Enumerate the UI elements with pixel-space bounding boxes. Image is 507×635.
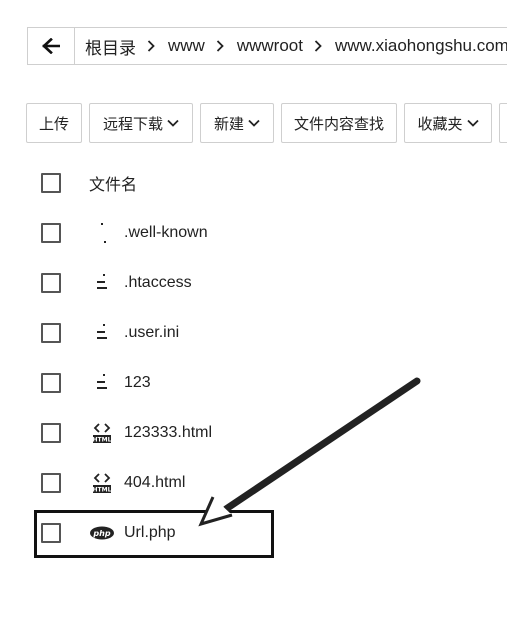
column-header-filename: 文件名 [89,177,138,194]
back-button[interactable] [28,28,75,64]
generic-file-icon [89,220,115,246]
favorites-label: 收藏夹 [417,115,463,133]
chevron-right-icon [314,40,322,52]
row-checkbox[interactable] [41,223,61,243]
file-row[interactable]: HTML 123333.html [0,408,507,458]
text-file-icon [89,320,115,346]
breadcrumb-site[interactable]: www.xiaohongshu.com.c [333,36,507,56]
file-name[interactable]: 123333.html [124,424,212,442]
select-all-checkbox[interactable] [41,173,61,193]
text-file-icon [89,370,115,396]
toolbar: 上传 远程下载 新建 文件内容查找 收藏夹 [26,103,507,143]
row-checkbox[interactable] [41,423,61,443]
arrow-left-icon [42,38,60,54]
content-search-label: 文件内容查找 [293,115,384,133]
more-button[interactable] [499,103,507,143]
remote-download-button[interactable]: 远程下载 [89,103,193,143]
file-name[interactable]: 123 [124,374,151,392]
row-checkbox[interactable] [41,373,61,393]
upload-button[interactable]: 上传 [26,103,82,143]
row-checkbox[interactable] [41,473,61,493]
text-file-icon [89,270,115,296]
file-name[interactable]: .well-known [124,224,208,242]
highlight-box [34,510,274,558]
file-row[interactable]: .user.ini [0,308,507,358]
breadcrumb-root[interactable]: 根目录 [83,34,138,59]
chevron-right-icon [147,40,155,52]
chevron-down-icon [466,119,479,127]
breadcrumb: 根目录 www wwwroot www.xiaohongshu.com.c [27,27,507,65]
row-checkbox[interactable] [41,323,61,343]
html-icon-label: HTML [93,487,112,494]
file-list-header: 文件名 [0,158,507,208]
chevron-right-icon [216,40,224,52]
content-search-button[interactable]: 文件内容查找 [281,103,397,143]
favorites-button[interactable]: 收藏夹 [404,103,492,143]
new-label: 新建 [213,115,244,133]
file-name[interactable]: .user.ini [124,324,179,342]
file-name[interactable]: 404.html [124,474,185,492]
chevron-down-icon [248,119,260,127]
file-row[interactable]: .well-known [0,208,507,258]
file-row[interactable]: .htaccess [0,258,507,308]
new-button[interactable]: 新建 [200,103,274,143]
upload-label: 上传 [38,115,69,133]
breadcrumb-www[interactable]: www [166,36,207,56]
breadcrumb-wwwroot[interactable]: wwwroot [235,36,305,56]
remote-download-label: 远程下载 [102,115,163,133]
row-checkbox[interactable] [41,273,61,293]
html-file-icon: HTML [89,420,115,446]
file-row[interactable]: HTML 404.html [0,458,507,508]
html-icon-label: HTML [93,437,112,444]
html-file-icon: HTML [89,470,115,496]
file-name[interactable]: .htaccess [124,274,192,292]
file-row[interactable]: 123 [0,358,507,408]
chevron-down-icon [167,119,179,127]
